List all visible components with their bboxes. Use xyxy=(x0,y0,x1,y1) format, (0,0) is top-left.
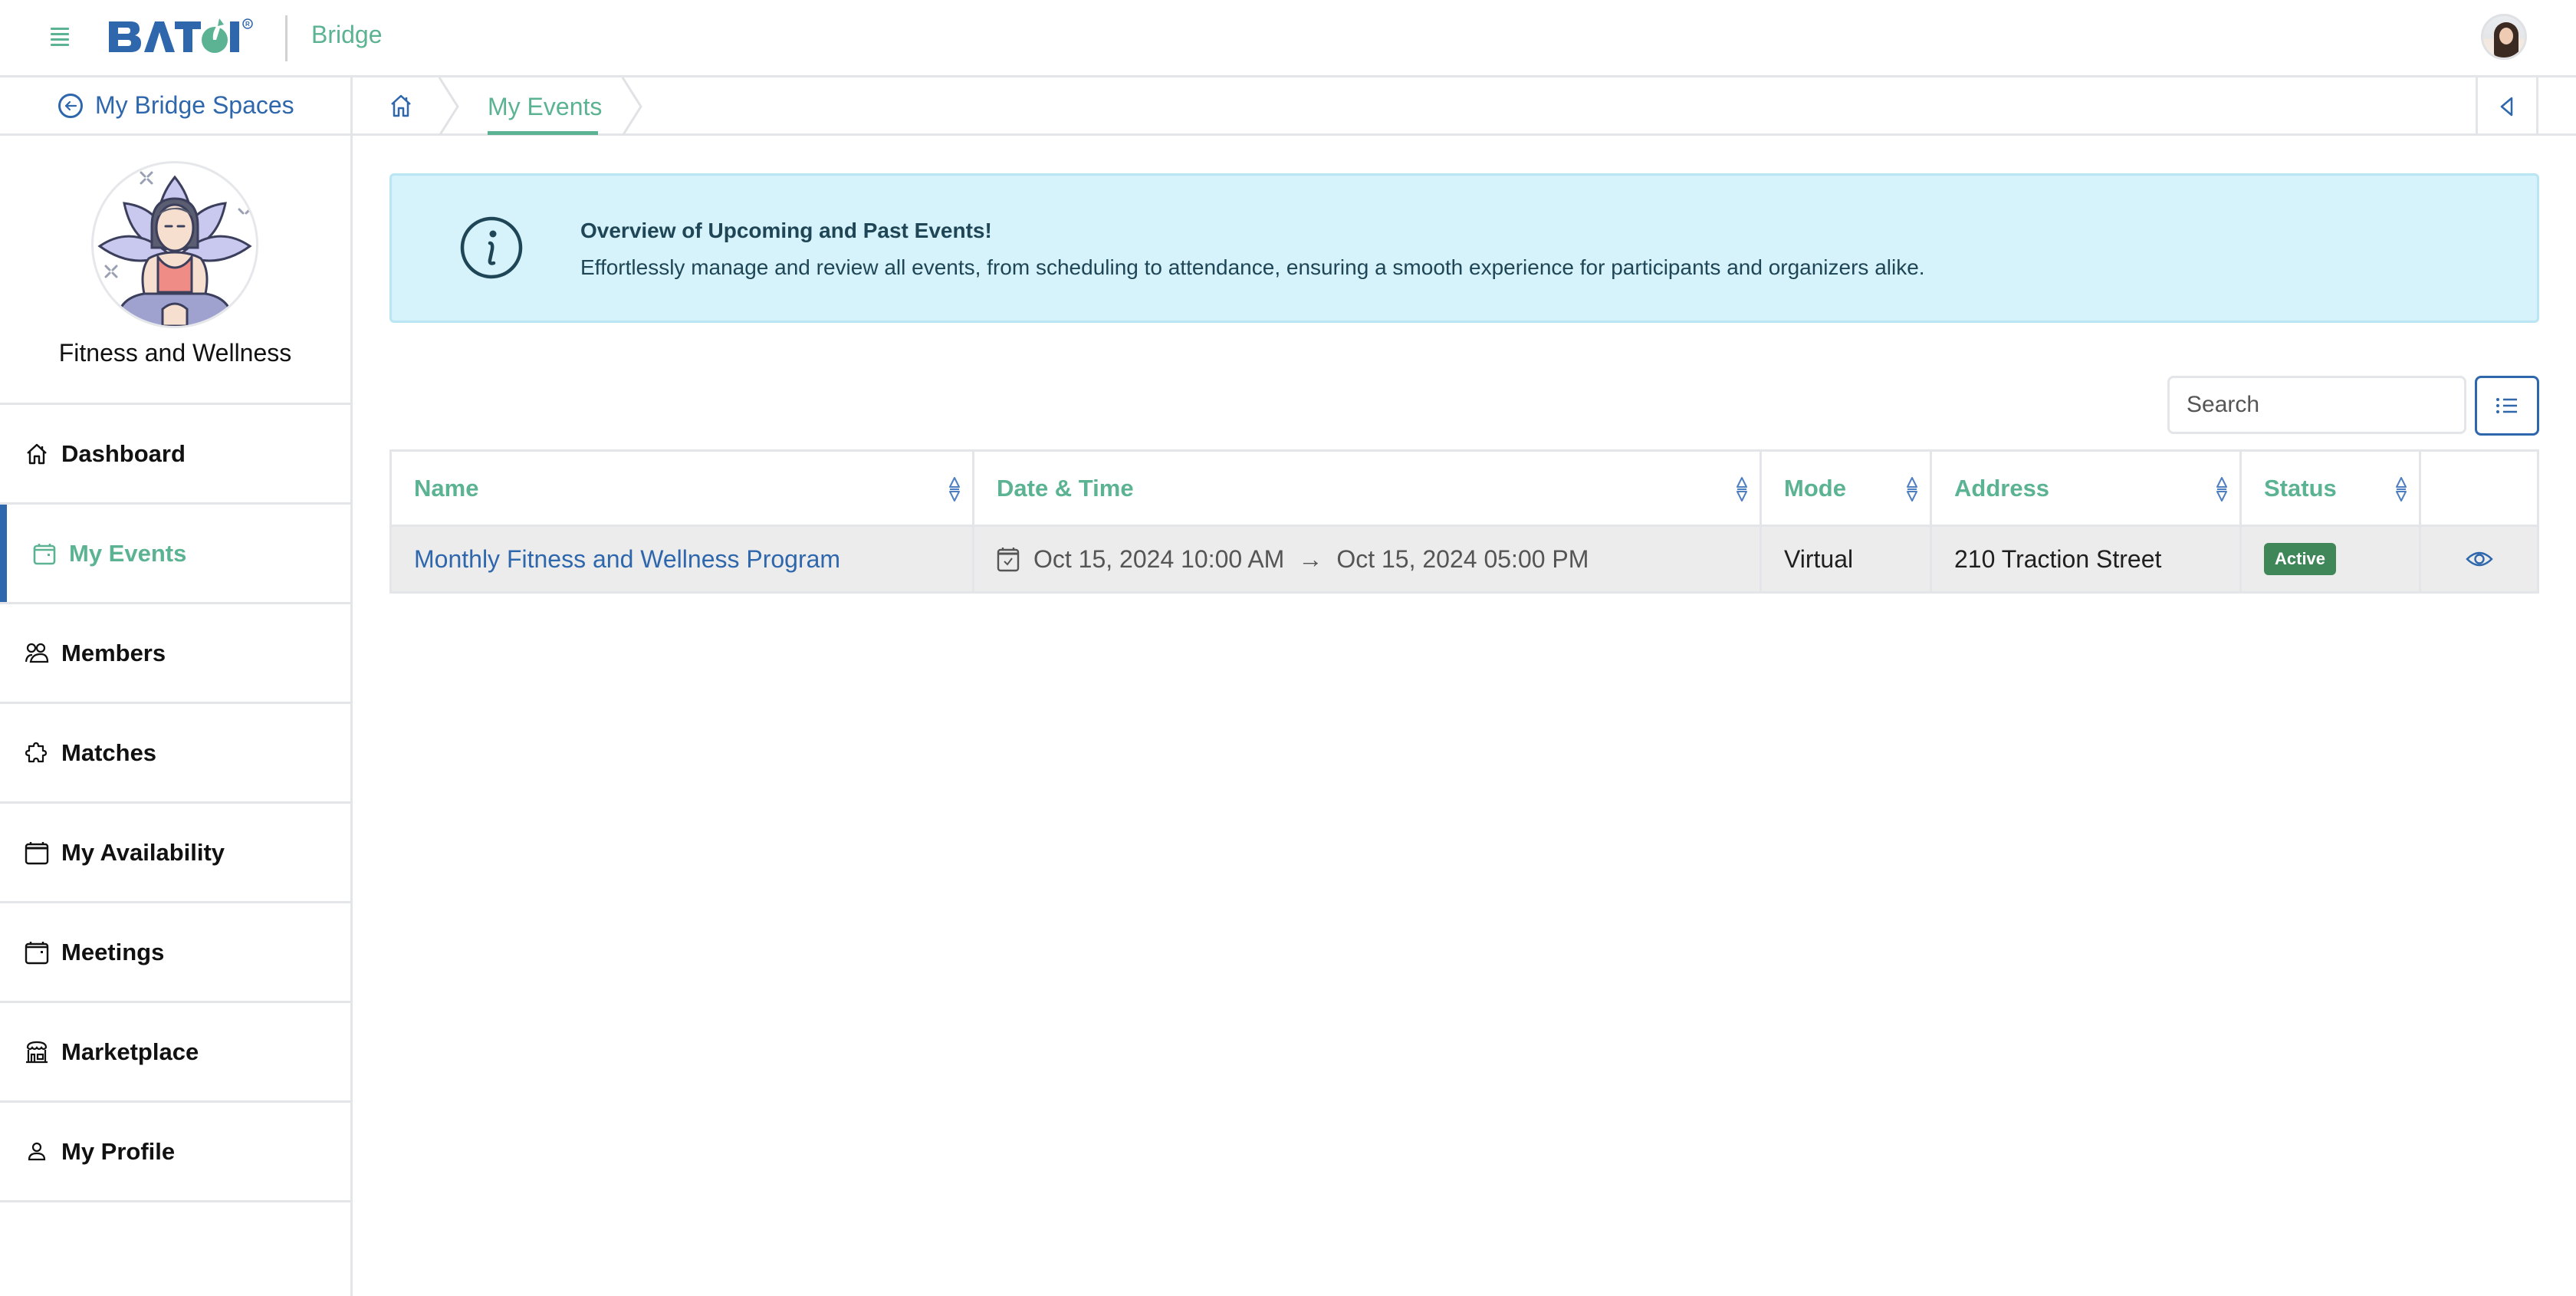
sort-icon[interactable] xyxy=(1735,476,1749,502)
eye-icon[interactable] xyxy=(2465,550,2493,568)
sidebar-item-label: Marketplace xyxy=(61,1038,199,1065)
search-input[interactable] xyxy=(2167,376,2466,434)
sidebar-item-label: My Profile xyxy=(61,1137,176,1165)
batoi-logo-mark: R xyxy=(109,18,253,53)
column-header-status[interactable]: Status xyxy=(2242,452,2421,525)
banner-text: Effortlessly manage and review all event… xyxy=(580,255,1925,279)
column-header-name[interactable]: Name xyxy=(392,452,974,525)
triangle-left-icon xyxy=(2500,97,2513,117)
sidebar-item-marketplace[interactable]: Marketplace xyxy=(0,1003,350,1103)
collapse-panel-button[interactable] xyxy=(2476,77,2538,136)
cell-name: Monthly Fitness and Wellness Program xyxy=(392,527,974,591)
sidebar-item-label: My Availability xyxy=(61,838,225,866)
sort-icon[interactable] xyxy=(948,476,961,502)
events-table: Name Date & Time Mode Address Status Mon… xyxy=(389,449,2539,594)
column-label: Status xyxy=(2264,474,2337,502)
user-icon xyxy=(25,1140,49,1164)
list-view-button[interactable] xyxy=(2475,376,2539,436)
space-avatar xyxy=(91,161,258,328)
event-end: Oct 15, 2024 05:00 PM xyxy=(1336,544,1589,573)
users-icon xyxy=(25,641,49,666)
event-start: Oct 15, 2024 10:00 AM xyxy=(1033,544,1285,573)
table-row[interactable]: Monthly Fitness and Wellness Program Oct… xyxy=(392,527,2537,591)
sort-icon[interactable] xyxy=(2215,476,2229,502)
column-label: Mode xyxy=(1784,474,1846,502)
sidebar-item-matches[interactable]: Matches xyxy=(0,704,350,804)
hamburger-menu-button[interactable] xyxy=(51,28,69,46)
cell-address: 210 Traction Street xyxy=(1932,527,2242,591)
event-address: 210 Traction Street xyxy=(1954,544,2162,573)
cell-mode: Virtual xyxy=(1762,527,1932,591)
breadcrumb-current[interactable]: My Events xyxy=(488,93,602,121)
event-mode: Virtual xyxy=(1784,544,1854,573)
sidebar-item-label: Meetings xyxy=(61,938,165,965)
sidebar-item-meetings[interactable]: Meetings xyxy=(0,903,350,1003)
space-name: Fitness and Wellness xyxy=(58,339,292,367)
hamburger-line xyxy=(51,28,69,30)
arrow-right-icon: → xyxy=(1298,544,1323,573)
column-header-date-time[interactable]: Date & Time xyxy=(974,452,1762,525)
column-label: Date & Time xyxy=(997,474,1134,502)
sidebar-item-my-availability[interactable]: My Availability xyxy=(0,804,350,903)
active-tab-underline xyxy=(488,131,598,135)
top-header: R Bridge xyxy=(0,0,2576,77)
logo-divider xyxy=(285,15,288,61)
sidebar-item-label: Members xyxy=(61,639,166,666)
info-icon xyxy=(460,216,523,279)
column-label: Name xyxy=(414,474,479,502)
date-range: Oct 15, 2024 10:00 AM → Oct 15, 2024 05:… xyxy=(997,545,1589,574)
back-link-label: My Bridge Spaces xyxy=(95,91,294,119)
app-name: Bridge xyxy=(311,21,383,48)
cell-actions xyxy=(2421,527,2537,591)
home-icon xyxy=(391,94,411,117)
meditation-illustration xyxy=(97,171,252,326)
sidebar-item-label: Matches xyxy=(61,738,157,766)
sidebar-item-dashboard[interactable]: Dashboard xyxy=(0,405,350,505)
sidebar-item-my-profile[interactable]: My Profile xyxy=(0,1103,350,1202)
calendar-check-icon xyxy=(997,548,1020,572)
calendar-blank-icon xyxy=(25,840,49,865)
calendar-icon xyxy=(32,541,57,566)
sort-icon[interactable] xyxy=(1905,476,1919,502)
list-icon xyxy=(2496,398,2517,413)
calendar-icon xyxy=(25,940,49,965)
cell-status: Active xyxy=(2242,527,2421,591)
avatar-face xyxy=(2499,28,2513,44)
hamburger-line xyxy=(51,38,69,41)
column-label: Address xyxy=(1954,474,2050,502)
hamburger-line xyxy=(51,33,69,35)
arrow-left-circle-icon xyxy=(58,93,83,118)
user-avatar[interactable] xyxy=(2481,14,2527,60)
breadcrumb-bar: My Bridge Spaces My Events xyxy=(0,77,2576,136)
breadcrumb-separator xyxy=(621,77,642,136)
cell-date-time: Oct 15, 2024 10:00 AM → Oct 15, 2024 05:… xyxy=(974,527,1762,591)
sidebar-nav: Dashboard My Events Members Matches My A… xyxy=(0,403,350,1202)
hamburger-line xyxy=(51,44,69,46)
breadcrumb-home[interactable] xyxy=(388,93,414,119)
status-badge: Active xyxy=(2264,543,2337,575)
sidebar: Fitness and Wellness Dashboard My Events… xyxy=(0,136,353,1296)
info-banner: Overview of Upcoming and Past Events! Ef… xyxy=(389,173,2539,323)
column-header-actions xyxy=(2421,452,2537,525)
sidebar-item-members[interactable]: Members xyxy=(0,604,350,704)
subbar-divider xyxy=(350,77,353,136)
table-header: Name Date & Time Mode Address Status xyxy=(392,452,2537,527)
store-icon xyxy=(25,1040,49,1064)
sidebar-item-label: Dashboard xyxy=(61,439,186,467)
column-header-address[interactable]: Address xyxy=(1932,452,2242,525)
sidebar-item-label: My Events xyxy=(69,539,187,567)
sidebar-item-my-events[interactable]: My Events xyxy=(0,505,350,604)
batoi-logo[interactable]: R xyxy=(107,17,261,55)
puzzle-icon xyxy=(25,741,49,765)
my-bridge-spaces-link[interactable]: My Bridge Spaces xyxy=(58,91,294,120)
event-name-link[interactable]: Monthly Fitness and Wellness Program xyxy=(414,545,840,574)
breadcrumb-separator xyxy=(438,77,459,136)
sort-icon[interactable] xyxy=(2394,476,2408,502)
home-icon xyxy=(25,442,49,466)
banner-title: Overview of Upcoming and Past Events! xyxy=(580,219,992,242)
svg-text:R: R xyxy=(245,21,250,28)
column-header-mode[interactable]: Mode xyxy=(1762,452,1932,525)
